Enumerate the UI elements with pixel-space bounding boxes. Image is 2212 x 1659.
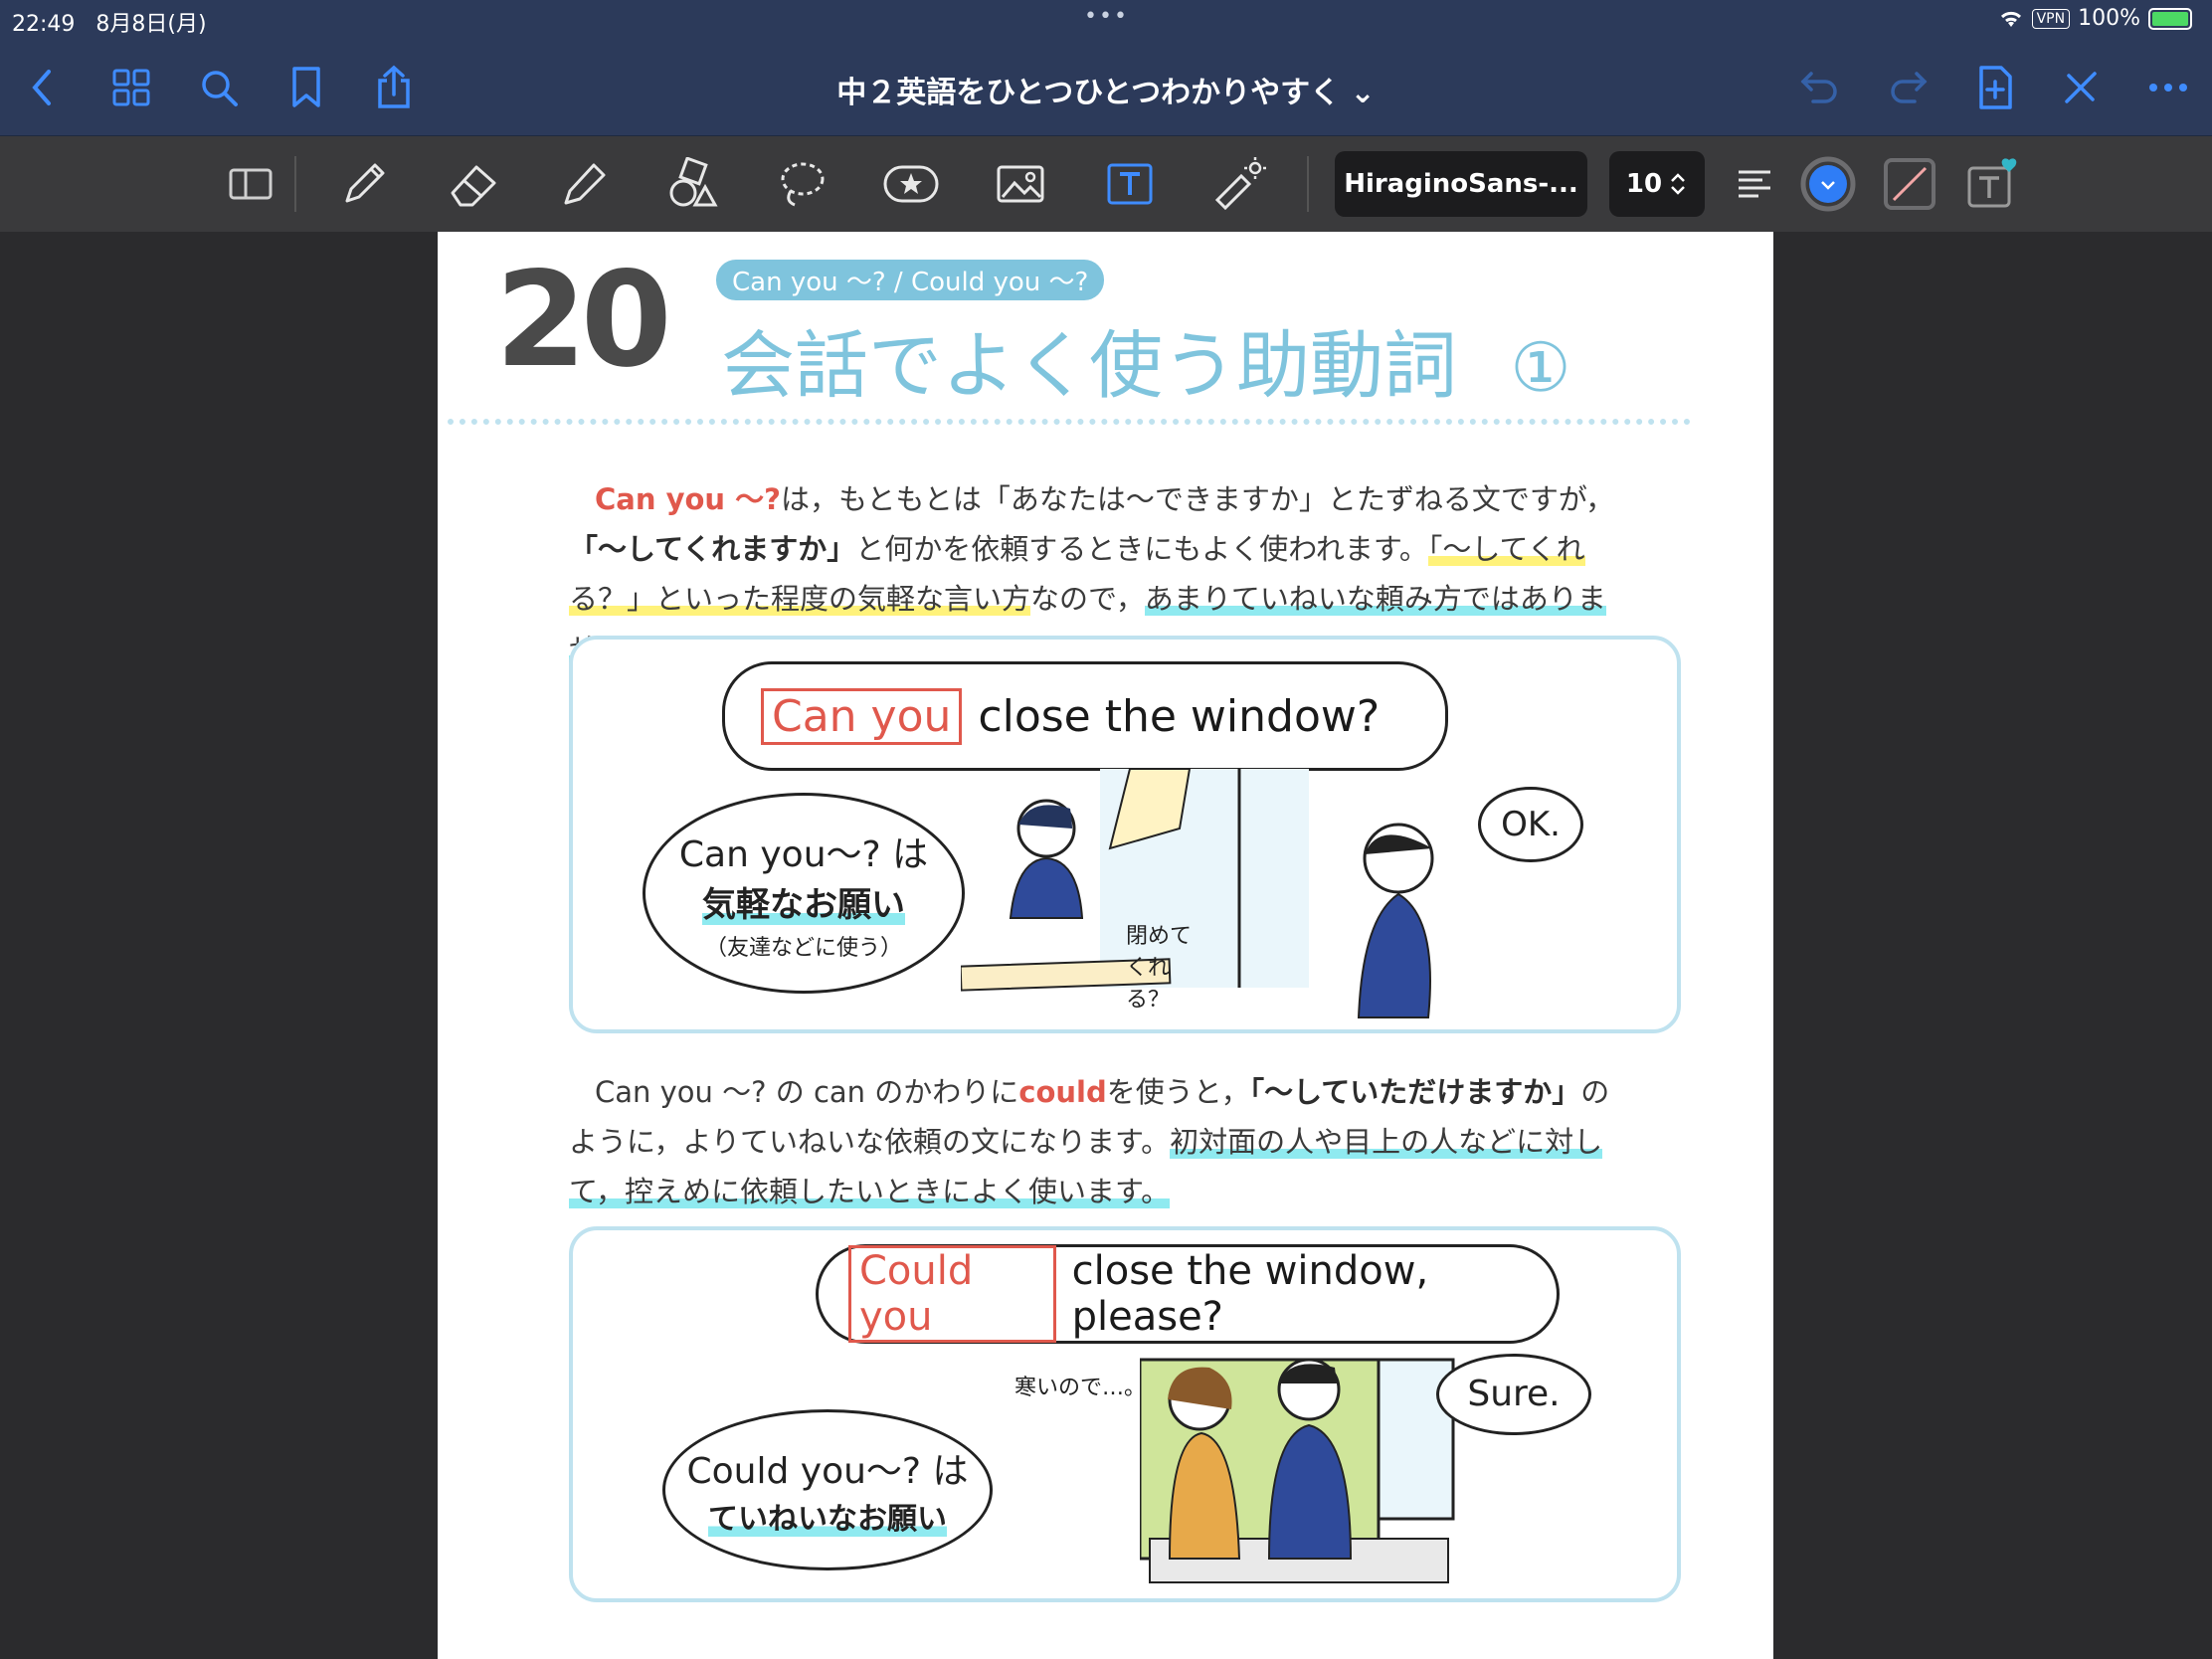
side-note-1: 閉めて くれる？ [1126,924,1193,1013]
oval2-line1: Could you～? は [686,1451,969,1492]
elements-tool[interactable] [881,154,941,214]
para2-text-1: Can you ～? の can のかわりに [595,1075,1019,1109]
title-divider [448,419,1691,425]
para1-text-1: は，もともとは「あなたは～できますか」とたずねる文ですが， [781,482,1615,516]
eraser-icon [451,165,496,207]
highlighter-tool[interactable] [553,154,613,214]
oval2-line2: ていねいなお願い [708,1502,947,1537]
lesson-title: 会話でよく使う助動詞 ① [721,306,1571,413]
annotation-toolbar: HiraginoSans-... 10 [0,136,2212,232]
pen-icon [345,163,385,203]
eraser-tool[interactable] [444,154,503,214]
lesson-number: 20 [495,244,672,397]
close-edit-button[interactable] [2055,62,2107,113]
reply-bubble-1: OK. [1478,787,1583,862]
oval1-line2: 気軽なお願い [702,885,905,925]
sticker-icon [883,165,939,203]
oval1-line3: （友達などに使う） [704,936,902,961]
read-only-toggle[interactable] [221,154,280,214]
text-favorite-icon [1967,158,2017,208]
text-style-favorites[interactable] [1961,154,2021,214]
speech2-rest: close the window, please? [1071,1248,1429,1340]
lesson-subnumber: ① [1510,329,1571,408]
text-align-button[interactable] [1725,154,1784,214]
vpn-badge: VPN [2031,8,2071,29]
background-color-button[interactable] [1880,154,1939,214]
no-fill-icon [1884,158,1936,210]
text-box-icon [1107,163,1153,205]
text-tool[interactable] [1100,154,1160,214]
note-oval-2: Could you～? は ていねいなお願い [662,1409,993,1570]
note-oval-1: Can you～? は 気軽なお願い （友達などに使う） [643,793,965,994]
font-size-picker[interactable]: 10 [1609,151,1705,217]
speech-bubble-1: Can you close the window? [722,661,1448,771]
undo-button[interactable] [1794,62,1846,113]
laser-pointer-tool[interactable] [1209,154,1269,214]
reply-bubble-2: Sure. [1436,1354,1591,1435]
chevron-updown-icon [1671,173,1685,195]
image-icon [997,165,1044,203]
status-indicators: VPN 100% [1998,6,2192,31]
illustration-panel-2: Could you close the window, please? Coul… [569,1226,1681,1602]
toolbar-divider [294,156,296,212]
add-page-icon [1979,66,2012,109]
laser-pointer-icon [1214,157,1266,211]
multitasking-dots[interactable]: ••• [1084,4,1129,29]
font-family-picker[interactable]: HiraginoSans-... [1335,151,1587,217]
status-date: 8月8日(月) [95,12,207,37]
toolbar-divider-2 [1307,156,1309,212]
para2-keyword: could [1018,1075,1107,1109]
lesson-title-text: 会話でよく使う助動詞 [721,323,1457,409]
speech1-keyword: Can you [761,687,963,745]
color-swatch-icon [1800,156,1856,212]
para1-text-2: と何かを依頼するときにもよく使われます。 [855,532,1428,566]
undo-icon [1800,72,1837,103]
split-view-icon [229,168,273,200]
pencil-slash-icon [2065,72,2097,103]
para2-bold: 「～していただけますか」 [1249,1075,1581,1109]
document-page[interactable]: 20 Can you ～? / Could you ～? 会話でよく使う助動詞 … [438,232,1773,1659]
pen-tool[interactable] [334,154,394,214]
status-time-date: 22:49 8月8日(月) [12,6,207,38]
redo-button[interactable] [1882,62,1934,113]
more-button[interactable] [2142,62,2194,113]
classroom-illustration [961,769,1434,1018]
navigation-bar: 中２英語をひとつひとつわかりやすく ⌄ [0,40,2212,136]
align-left-icon [1739,170,1770,198]
lasso-tool[interactable] [772,154,831,214]
battery-icon [2148,7,2192,30]
lasso-icon [781,162,825,207]
font-size-value: 10 [1625,169,1663,199]
image-tool[interactable] [991,154,1050,214]
lesson-tag: Can you ～? / Could you ～? [716,260,1105,300]
redo-icon [1891,72,1928,103]
train-illustration [1140,1358,1455,1583]
ellipsis-icon [2149,84,2187,92]
oval1-line1: Can you～? は [678,834,929,875]
para1-keyword: Can you ～? [595,482,781,516]
speech2-keyword: Could you [848,1245,1056,1343]
para1-bold: 「～してくれますか」 [569,532,856,566]
document-title[interactable]: 中２英語をひとつひとつわかりやすく ⌄ [0,68,2212,111]
illustration-panel-1: Can you close the window? Can you～? は 気軽… [569,636,1681,1033]
wifi-icon [2000,11,2021,27]
side-note-2: 寒いので…。 [1014,1376,1147,1400]
para2-text-2: を使うと， [1106,1075,1250,1109]
text-color-button[interactable] [1798,154,1858,214]
battery-percent: 100% [2078,6,2140,31]
add-page-button[interactable] [1969,62,2021,113]
speech1-rest: close the window? [978,690,1381,742]
para1-text-3: なので， [1030,582,1145,616]
highlighter-icon [564,163,606,205]
paragraph-2: Can you ～? の can のかわりにcouldを使うと，「～していただけ… [569,1067,1623,1216]
speech-bubble-2: Could you close the window, please? [816,1244,1560,1344]
status-bar: 22:49 8月8日(月) ••• VPN 100% [0,0,2212,40]
shapes-tool[interactable] [662,154,722,214]
status-time: 22:49 [12,12,76,37]
shapes-icon [669,157,718,207]
